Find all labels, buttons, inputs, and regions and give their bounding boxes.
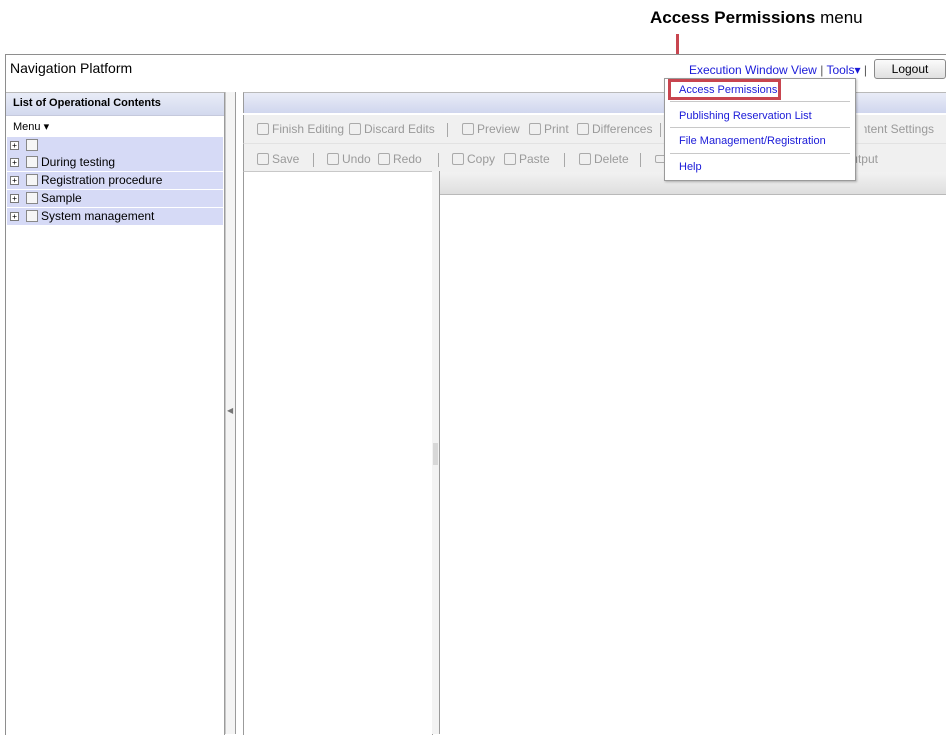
differences-icon bbox=[577, 123, 589, 135]
finish-editing-label: Finish Editing bbox=[272, 122, 345, 136]
tree-checkbox[interactable] bbox=[26, 174, 38, 186]
tree-row[interactable]: + bbox=[7, 137, 223, 154]
tree-checkbox[interactable] bbox=[26, 139, 38, 151]
output-label: Output bbox=[856, 152, 878, 166]
callout-annotation: Access Permissions menu bbox=[650, 8, 863, 28]
tree-label[interactable]: Sample bbox=[41, 191, 82, 205]
toolbar-divider bbox=[447, 123, 448, 137]
splitter-grip-icon[interactable] bbox=[433, 443, 438, 465]
header-separator-2: | bbox=[863, 63, 867, 77]
toolbar-divider bbox=[313, 153, 314, 167]
preview-button[interactable]: Preview bbox=[462, 122, 520, 136]
discard-pencil-icon bbox=[349, 123, 361, 135]
logout-button[interactable]: Logout bbox=[874, 59, 946, 79]
expand-icon[interactable]: + bbox=[10, 141, 19, 150]
output-button[interactable]: Output bbox=[856, 152, 878, 166]
printer-icon bbox=[529, 123, 541, 135]
save-label: Save bbox=[272, 152, 300, 166]
copy-button[interactable]: Copy bbox=[452, 152, 495, 166]
menu-divider bbox=[670, 127, 850, 128]
finish-editing-button[interactable]: Finish Editing bbox=[257, 122, 344, 136]
menu-divider bbox=[670, 101, 850, 102]
menu-dropdown[interactable]: Menu ▾ bbox=[13, 120, 49, 133]
undo-icon bbox=[327, 153, 339, 165]
tree-label[interactable]: System management bbox=[41, 209, 154, 223]
tools-label[interactable]: Tools bbox=[826, 63, 854, 77]
expand-icon[interactable]: + bbox=[10, 158, 19, 167]
print-label: Print bbox=[544, 122, 569, 136]
highlight-box bbox=[668, 79, 781, 100]
discard-edits-button[interactable]: Discard Edits bbox=[349, 122, 435, 136]
copy-icon bbox=[452, 153, 464, 165]
toolbar-divider bbox=[564, 153, 565, 167]
print-button[interactable]: Print bbox=[529, 122, 569, 136]
expand-icon[interactable]: + bbox=[10, 176, 19, 185]
chevron-down-icon: ▾ bbox=[43, 121, 50, 133]
content-settings-button[interactable]: Content Settings bbox=[864, 122, 934, 136]
delete-button[interactable]: Delete bbox=[579, 152, 629, 166]
undo-button[interactable]: Undo bbox=[327, 152, 371, 166]
delete-label: Delete bbox=[594, 152, 629, 166]
toolbar-divider bbox=[660, 123, 661, 137]
tree-row-sample[interactable]: + Sample bbox=[7, 190, 223, 207]
copy-label: Copy bbox=[467, 152, 496, 166]
redo-button[interactable]: Redo bbox=[378, 152, 422, 166]
app-title: Navigation Platform bbox=[10, 60, 133, 76]
expand-icon[interactable]: + bbox=[10, 194, 19, 203]
tree-row-registration-procedure[interactable]: + Registration procedure bbox=[7, 172, 223, 189]
pencil-icon bbox=[257, 123, 269, 135]
execution-window-view-link[interactable]: Execution Window View bbox=[689, 63, 817, 77]
menu-label[interactable]: Menu bbox=[13, 121, 41, 133]
header-separator: | bbox=[820, 63, 824, 77]
paste-icon bbox=[504, 153, 516, 165]
toolbar-divider bbox=[640, 153, 641, 167]
menu-item-publishing-reservation-list[interactable]: Publishing Reservation List bbox=[679, 110, 812, 122]
menu-divider bbox=[670, 153, 850, 154]
undo-label: Undo bbox=[342, 152, 371, 166]
content-settings-label: Content Settings bbox=[864, 122, 934, 136]
collapse-arrow-icon[interactable]: ◀ bbox=[227, 406, 233, 415]
tree-checkbox[interactable] bbox=[26, 210, 38, 222]
menu-item-file-management[interactable]: File Management/Registration bbox=[679, 135, 826, 147]
content-tree-pane bbox=[243, 171, 433, 735]
save-icon bbox=[257, 153, 269, 165]
redo-icon bbox=[378, 153, 390, 165]
tree-checkbox[interactable] bbox=[26, 156, 38, 168]
menu-item-help[interactable]: Help bbox=[679, 161, 702, 173]
tree-row-during-testing[interactable]: + During testing bbox=[7, 154, 223, 171]
preview-label: Preview bbox=[477, 122, 520, 136]
callout-bold: Access Permissions bbox=[650, 8, 816, 27]
redo-label: Redo bbox=[393, 152, 422, 166]
save-button[interactable]: Save bbox=[257, 152, 299, 166]
discard-edits-label: Discard Edits bbox=[364, 122, 435, 136]
callout-rest: menu bbox=[815, 8, 863, 27]
expand-icon[interactable]: + bbox=[10, 212, 19, 221]
tools-menu-link[interactable]: Tools▾ bbox=[826, 63, 860, 77]
header-links: Execution Window View | Tools▾ | bbox=[689, 63, 867, 77]
preview-icon bbox=[462, 123, 474, 135]
tree-label[interactable]: During testing bbox=[41, 155, 115, 169]
toolbar-divider bbox=[438, 153, 439, 167]
paste-button[interactable]: Paste bbox=[504, 152, 550, 166]
trash-icon bbox=[579, 153, 591, 165]
differences-button[interactable]: Differences bbox=[577, 122, 652, 136]
left-panel-title: List of Operational Contents bbox=[13, 97, 161, 109]
tree-label[interactable]: Registration procedure bbox=[41, 173, 162, 187]
tree-row-system-management[interactable]: + System management bbox=[7, 208, 223, 225]
differences-label: Differences bbox=[592, 122, 653, 136]
paste-label: Paste bbox=[519, 152, 550, 166]
tree-checkbox[interactable] bbox=[26, 192, 38, 204]
chevron-down-icon: ▾ bbox=[854, 63, 861, 77]
